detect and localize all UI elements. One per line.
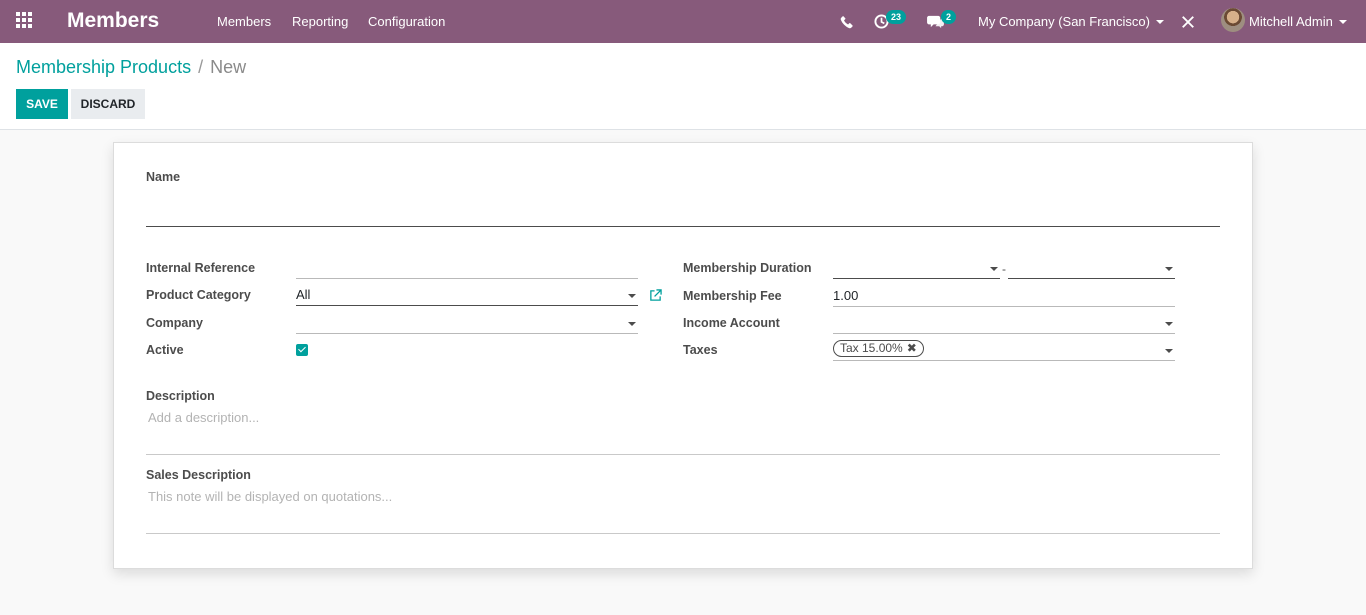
tax-tag: Tax 15.00% ✖ <box>833 340 924 357</box>
menu-configuration[interactable]: Configuration <box>368 14 445 29</box>
name-label: Name <box>146 170 181 184</box>
product-category-value: All <box>296 287 311 302</box>
remove-tag-icon[interactable]: ✖ <box>907 341 917 355</box>
sales-description-divider <box>146 533 1220 534</box>
taxes-select[interactable]: Tax 15.00% ✖ <box>833 339 1175 361</box>
membership-fee-input[interactable]: 1.00 <box>833 285 1175 307</box>
tax-tag-label: Tax 15.00% <box>840 341 903 355</box>
user-avatar[interactable] <box>1221 8 1245 32</box>
description-input[interactable]: Add a description... <box>148 410 259 425</box>
messages-chat-icon[interactable] <box>927 0 944 43</box>
app-menu-grid-icon[interactable] <box>16 12 34 30</box>
app-title: Members <box>67 9 160 32</box>
message-count-badge: 2 <box>941 10 957 24</box>
description-label: Description <box>146 389 215 403</box>
membership-date-from[interactable] <box>833 257 1000 279</box>
sales-description-label: Sales Description <box>146 468 251 482</box>
name-input[interactable] <box>146 204 1220 227</box>
company-switcher[interactable]: My Company (San Francisco) <box>978 0 1164 43</box>
form-sheet: Name Internal Reference Product Category… <box>113 142 1253 569</box>
company-name: My Company (San Francisco) <box>978 14 1150 29</box>
control-panel: Membership Products / New SAVE DISCARD <box>0 43 1366 130</box>
company-select[interactable] <box>296 312 638 334</box>
activity-count-badge: 23 <box>886 10 907 24</box>
breadcrumb-separator: / <box>198 57 204 77</box>
breadcrumb: Membership Products / New <box>16 57 246 78</box>
chevron-down-icon <box>1338 19 1347 24</box>
internal-reference-label: Internal Reference <box>146 261 256 275</box>
description-divider <box>146 454 1220 455</box>
chevron-down-icon <box>628 294 636 298</box>
user-name: Mitchell Admin <box>1249 14 1333 29</box>
breadcrumb-current: New <box>210 57 247 77</box>
phone-icon[interactable] <box>840 0 854 43</box>
save-button[interactable]: SAVE <box>16 89 68 119</box>
internal-reference-input[interactable] <box>296 257 638 279</box>
membership-date-to[interactable] <box>1008 257 1175 279</box>
breadcrumb-parent-link[interactable]: Membership Products <box>16 57 191 77</box>
chevron-down-icon <box>628 322 636 326</box>
chevron-down-icon <box>1165 349 1173 353</box>
chevron-down-icon <box>1165 267 1173 271</box>
product-category-label: Product Category <box>146 288 251 302</box>
membership-duration-label: Membership Duration <box>683 261 812 275</box>
duration-separator: - <box>1002 262 1006 276</box>
active-label: Active <box>146 343 184 357</box>
chevron-down-icon <box>990 267 998 271</box>
menu-members[interactable]: Members <box>217 14 271 29</box>
chevron-down-icon <box>1155 19 1164 24</box>
sales-description-input[interactable]: This note will be displayed on quotation… <box>148 489 392 504</box>
user-menu[interactable]: Mitchell Admin <box>1249 0 1347 43</box>
discard-button[interactable]: DISCARD <box>71 89 145 119</box>
income-account-select[interactable] <box>833 312 1175 334</box>
income-account-label: Income Account <box>683 316 780 330</box>
chevron-down-icon <box>1165 322 1173 326</box>
membership-fee-value: 1.00 <box>833 288 859 303</box>
membership-fee-label: Membership Fee <box>683 289 782 303</box>
taxes-label: Taxes <box>683 343 718 357</box>
product-category-select[interactable]: All <box>296 284 638 306</box>
top-navbar: Members Members Reporting Configuration … <box>0 0 1366 43</box>
company-label: Company <box>146 316 203 330</box>
debug-tools-icon[interactable] <box>1181 0 1195 43</box>
external-link-icon[interactable] <box>649 289 662 305</box>
active-checkbox[interactable] <box>296 344 308 356</box>
menu-reporting[interactable]: Reporting <box>292 14 348 29</box>
